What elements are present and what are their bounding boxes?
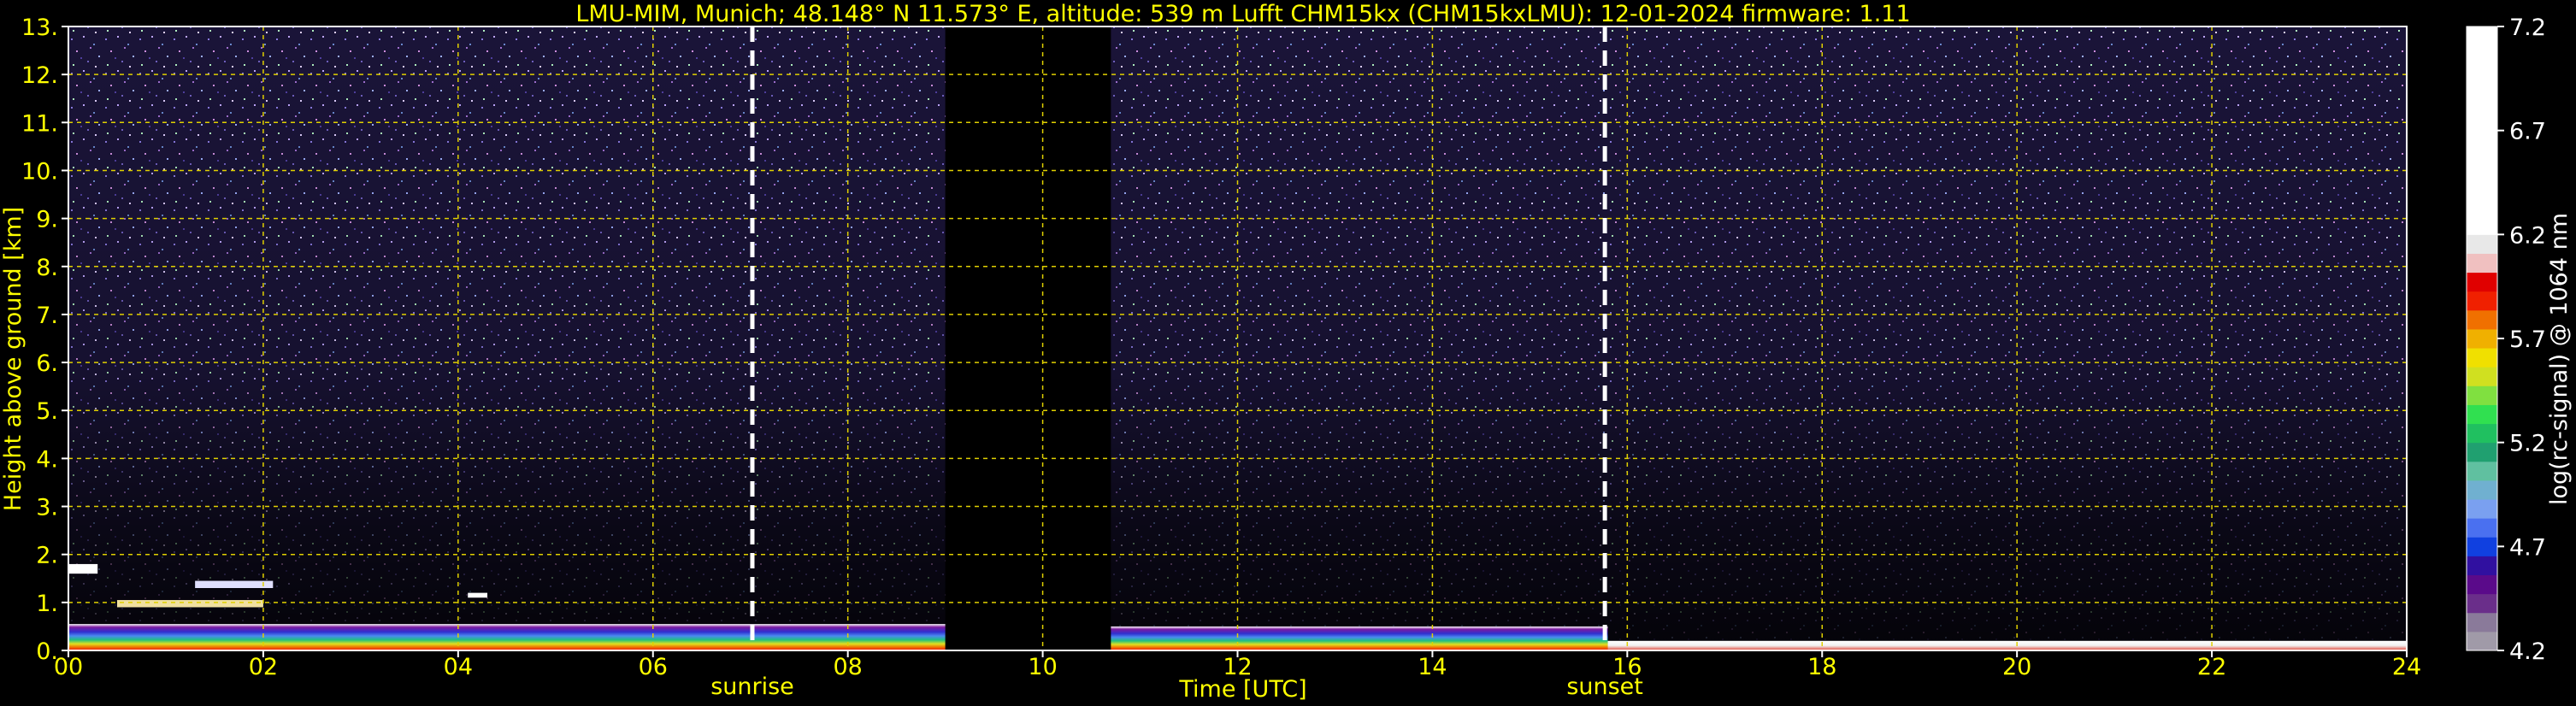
colorbar-segment	[2467, 272, 2497, 292]
residual-layer-d	[468, 592, 488, 598]
boundary-layer-3	[1607, 640, 2407, 650]
x-tick-label: 24	[2392, 654, 2421, 680]
colorbar: 4.2 4.7 5.2 5.7 6.2 6.7 7.2	[2466, 15, 2546, 665]
x-tick-label: 18	[1807, 654, 1836, 680]
colorbar-segment	[2467, 612, 2497, 632]
colorbar-segment	[2467, 309, 2497, 330]
data-gap	[945, 26, 1111, 650]
colorbar-segment	[2467, 574, 2497, 595]
y-tick-label: 13.	[21, 15, 58, 41]
colorbar-label: log(rc-signal) @ 1064 nm	[2546, 213, 2573, 505]
x-tick-label: 02	[249, 654, 278, 680]
x-tick-label: 22	[2197, 654, 2226, 680]
colorbar-segment	[2467, 518, 2497, 538]
y-tick-label: 1.	[36, 591, 58, 617]
y-tick-label: 10.	[21, 158, 58, 185]
colorbar-segment	[2467, 385, 2497, 405]
x-axis-label: Time [UTC]	[1178, 676, 1306, 703]
colorbar-segment	[2467, 291, 2497, 311]
y-axis-label: Height above ground [km]	[0, 207, 27, 511]
colorbar-segment	[2467, 26, 2497, 235]
colorbar-segment	[2467, 593, 2497, 614]
colorbar-segment	[2467, 556, 2497, 576]
x-tick-label: 14	[1418, 654, 1447, 680]
colorbar-segment	[2467, 631, 2497, 651]
residual-layer-a	[68, 563, 98, 574]
colorbar-segment	[2467, 348, 2497, 368]
plot-area: sunrise sunset00 02 04 06 08 10 12 14 16 18 20 22 240…	[21, 15, 2421, 700]
x-tick-label: 10	[1028, 654, 1057, 680]
colorbar-tick-label: 6.2	[2509, 222, 2546, 249]
colorbar-segment	[2467, 461, 2497, 481]
colorbar-segment	[2467, 537, 2497, 556]
colorbar-tick-label: 7.2	[2509, 15, 2546, 41]
boundary-layer-1	[68, 624, 946, 650]
y-tick-label: 8.	[36, 255, 58, 281]
y-tick-label: 7.	[36, 303, 58, 329]
residual-layer-c	[116, 600, 263, 608]
y-tick-label: 11.	[21, 110, 58, 137]
colorbar-segment	[2467, 499, 2497, 519]
y-tick-label: 4.	[36, 446, 58, 473]
y-tick-label: 9.	[36, 207, 58, 233]
x-tick-label: 08	[833, 654, 862, 680]
x-tick-label: 16	[1612, 654, 1642, 680]
x-tick-label: 06	[639, 654, 668, 680]
sunrise-label: sunrise	[710, 674, 794, 700]
colorbar-tick-label: 5.7	[2509, 327, 2546, 353]
ceilometer-chart: sunrise sunset00 02 04 06 08 10 12 14 16 18 20 22 240…	[0, 1, 2573, 703]
residual-layer-b	[195, 580, 274, 588]
colorbar-segment	[2467, 328, 2497, 349]
x-tick-label: 20	[2002, 654, 2031, 680]
y-tick-label: 2.	[36, 543, 58, 569]
colorbar-segment	[2467, 253, 2497, 274]
y-tick-label: 0.	[36, 638, 58, 665]
colorbar-segment	[2467, 404, 2497, 425]
x-tick-label: 04	[444, 654, 473, 680]
y-tick-label: 5.	[36, 398, 58, 425]
y-tick-label: 6.	[36, 350, 58, 377]
colorbar-tick-label: 6.7	[2509, 119, 2546, 145]
colorbar-segment	[2467, 234, 2497, 254]
boundary-layer-2	[1111, 626, 1608, 650]
colorbar-tick-label: 4.7	[2509, 534, 2546, 561]
colorbar-segment	[2467, 479, 2497, 500]
chart-title: LMU-MIM, Munich; 48.148° N 11.573° E, al…	[575, 1, 1910, 27]
colorbar-tick-label: 4.2	[2509, 638, 2546, 665]
colorbar-segment	[2467, 423, 2497, 444]
colorbar-tick-label: 5.2	[2509, 431, 2546, 457]
y-tick-label: 12.	[21, 62, 58, 89]
colorbar-segment	[2467, 442, 2497, 462]
y-tick-label: 3.	[36, 495, 58, 521]
colorbar-segment	[2467, 367, 2497, 386]
